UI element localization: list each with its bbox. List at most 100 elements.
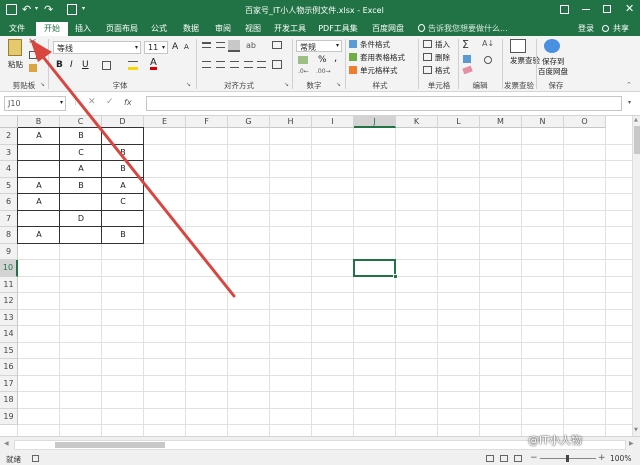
table-cell[interactable]: B <box>102 161 144 177</box>
collapse-ribbon-icon[interactable]: ⌃ <box>626 81 632 89</box>
tab-formulas[interactable]: 公式 <box>148 22 170 36</box>
baidu-netdisk-icon[interactable] <box>544 39 560 53</box>
row-header-10[interactable]: 10 <box>0 260 18 277</box>
scroll-up-icon[interactable]: ▲ <box>634 117 638 123</box>
table-cell[interactable]: B <box>102 227 144 243</box>
select-all-corner[interactable] <box>0 116 18 128</box>
column-header-g[interactable]: G <box>228 116 270 128</box>
table-cell[interactable]: A <box>18 227 60 243</box>
worksheet-grid[interactable]: B C D E F G H I J K L M N O 2 3 4 5 6 7 8 9 10 11 12 13 14 15 16 17 18… <box>0 116 632 436</box>
merge-center-icon[interactable] <box>272 60 282 69</box>
italic-button[interactable]: I <box>70 60 73 70</box>
zoom-slider-handle[interactable] <box>566 455 569 462</box>
minimize-icon[interactable] <box>582 9 590 10</box>
delete-cells-icon[interactable] <box>423 53 432 61</box>
align-right-icon[interactable] <box>230 61 239 68</box>
copy-icon[interactable] <box>29 51 37 59</box>
fill-icon[interactable] <box>463 55 471 63</box>
expand-formula-icon[interactable]: ▾ <box>628 99 631 106</box>
column-header-l[interactable]: L <box>438 116 480 128</box>
format-painter-icon[interactable] <box>29 64 37 72</box>
percent-button[interactable]: % <box>318 55 327 65</box>
customize-qat-icon[interactable]: ▾ <box>82 5 85 12</box>
comma-button[interactable]: , <box>334 53 337 64</box>
table-cell[interactable]: A <box>18 194 60 210</box>
orientation-icon[interactable]: ab <box>246 41 256 50</box>
page-break-view-icon[interactable] <box>514 455 522 462</box>
scroll-left-icon[interactable]: ◀ <box>4 440 9 447</box>
underline-button[interactable]: U <box>82 60 89 70</box>
row-header-15[interactable]: 15 <box>0 342 18 359</box>
table-cell[interactable]: B <box>60 128 102 144</box>
table-cell[interactable]: B <box>60 178 102 194</box>
paste-label[interactable]: 粘贴 <box>8 59 23 70</box>
increase-indent-icon[interactable] <box>257 61 266 68</box>
clear-icon[interactable] <box>462 65 473 75</box>
bold-button[interactable]: B <box>56 60 63 70</box>
macro-record-icon[interactable] <box>32 455 39 462</box>
font-size-select[interactable]: 11 ▾ <box>144 41 168 54</box>
align-center-icon[interactable] <box>216 61 225 68</box>
font-name-select[interactable]: 等线 ▾ <box>53 41 141 54</box>
table-cell[interactable]: B <box>102 145 144 161</box>
font-color-icon[interactable]: A <box>150 58 157 70</box>
decrease-decimal-icon[interactable]: .00→ <box>316 68 331 75</box>
number-format-select[interactable]: 常规 ▾ <box>296 40 342 52</box>
restore-icon[interactable] <box>603 5 611 13</box>
tab-home[interactable]: 开始 <box>36 22 68 36</box>
format-cells-button[interactable]: 格式 <box>435 65 450 76</box>
tab-data[interactable]: 数据 <box>180 22 202 36</box>
format-as-table-button[interactable]: 套用表格格式 <box>360 52 405 63</box>
align-top-icon[interactable] <box>202 42 211 48</box>
align-bottom-icon[interactable] <box>228 40 240 52</box>
decrease-indent-icon[interactable] <box>244 61 253 68</box>
invoice-check-icon[interactable] <box>510 39 526 53</box>
conditional-formatting-icon[interactable] <box>349 40 357 48</box>
enter-icon[interactable]: ✓ <box>106 97 114 107</box>
selected-cell[interactable] <box>353 259 396 277</box>
row-header-14[interactable]: 14 <box>0 326 18 343</box>
row-header-19[interactable]: 19 <box>0 408 18 425</box>
insert-function-button[interactable]: fx <box>124 98 132 107</box>
borders-icon[interactable] <box>102 61 111 70</box>
font-launcher-icon[interactable]: ↘ <box>186 81 191 88</box>
vertical-scroll-thumb[interactable] <box>634 126 640 154</box>
column-header-m[interactable]: M <box>480 116 522 128</box>
column-header-f[interactable]: F <box>186 116 228 128</box>
insert-cells-button[interactable]: 插入 <box>435 39 450 50</box>
zoom-slider[interactable] <box>540 455 596 462</box>
row-header-18[interactable]: 18 <box>0 392 18 409</box>
table-cell[interactable]: A <box>102 178 144 194</box>
column-header-h[interactable]: H <box>270 116 312 128</box>
insert-cells-icon[interactable] <box>423 40 432 48</box>
row-header-17[interactable]: 17 <box>0 375 18 392</box>
find-select-icon[interactable] <box>484 56 492 64</box>
tab-insert[interactable]: 插入 <box>72 22 94 36</box>
column-header-e[interactable]: E <box>144 116 186 128</box>
invoice-check-button[interactable]: 发票查验 <box>510 56 540 65</box>
row-header-7[interactable]: 7 <box>0 210 18 227</box>
share-button[interactable]: 共享 <box>612 22 630 36</box>
row-header-5[interactable]: 5 <box>0 177 18 194</box>
name-box[interactable]: J10 ▾ <box>4 96 66 111</box>
ribbon-options-icon[interactable] <box>560 5 569 14</box>
tab-baidu-netdisk[interactable]: 百度网盘 <box>368 22 408 36</box>
page-layout-view-icon[interactable] <box>500 455 508 462</box>
undo-dropdown-icon[interactable]: ▾ <box>35 5 38 12</box>
shrink-font-button[interactable]: A <box>184 43 189 51</box>
currency-icon[interactable] <box>298 56 308 64</box>
column-header-o[interactable]: O <box>564 116 606 128</box>
zoom-level[interactable]: 100% <box>610 454 631 463</box>
autosum-icon[interactable]: Σ <box>462 38 469 51</box>
close-icon[interactable]: ✕ <box>625 2 634 15</box>
print-preview-icon[interactable] <box>67 4 77 15</box>
table-cell[interactable]: A <box>18 178 60 194</box>
tab-developer[interactable]: 开发工具 <box>272 22 308 36</box>
cell-styles-icon[interactable] <box>349 66 357 74</box>
tab-file[interactable]: 文件 <box>4 22 30 36</box>
column-header-i[interactable]: I <box>312 116 354 128</box>
alignment-launcher-icon[interactable]: ↘ <box>284 81 289 88</box>
align-middle-icon[interactable] <box>216 42 225 48</box>
row-header-6[interactable]: 6 <box>0 194 18 211</box>
tab-view[interactable]: 视图 <box>242 22 264 36</box>
